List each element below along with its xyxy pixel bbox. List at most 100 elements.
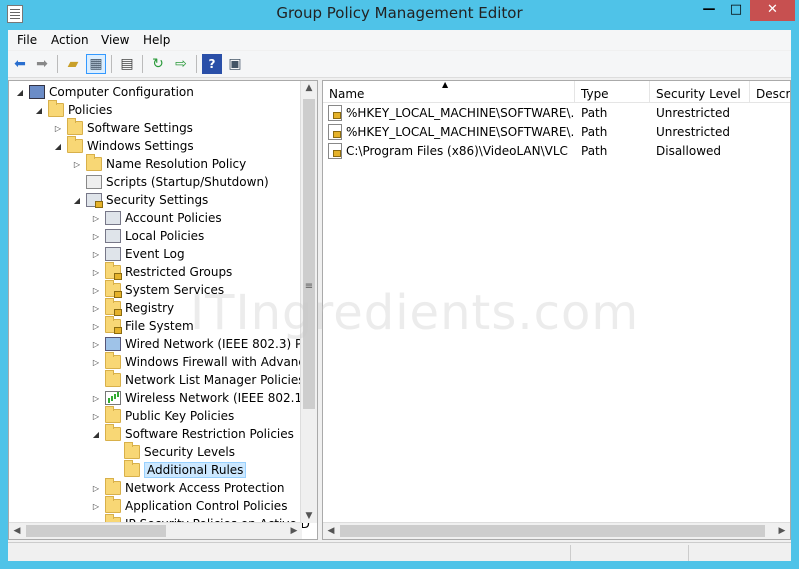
collapse-arrow-icon[interactable]: ◢ — [53, 142, 63, 151]
security-settings-icon — [86, 193, 103, 208]
tree-node[interactable]: ▷ Public Key Policies — [91, 406, 234, 425]
rule-type: Path — [581, 106, 608, 120]
folder-icon — [124, 460, 140, 477]
expand-arrow-icon[interactable]: ▷ — [72, 160, 82, 169]
expand-arrow-icon[interactable]: ▷ — [91, 286, 101, 295]
expand-arrow-icon[interactable]: ▷ — [91, 340, 101, 349]
tree-node[interactable]: Network List Manager Policies — [91, 370, 305, 389]
rule-type: Path — [581, 144, 608, 158]
tree-node[interactable]: ▷ Network Access Protection — [91, 478, 285, 497]
help-icon[interactable]: ? — [202, 54, 222, 74]
expand-arrow-icon[interactable]: ▷ — [53, 124, 63, 133]
expand-arrow-icon[interactable]: ▷ — [91, 268, 101, 277]
expand-arrow-icon[interactable]: ▷ — [91, 214, 101, 223]
export-list-icon[interactable]: ⇨ — [171, 54, 191, 74]
menu-action[interactable]: Action — [51, 33, 89, 47]
tree-node[interactable]: ▷ Wired Network (IEEE 802.3) Polic — [91, 335, 317, 353]
tree-node[interactable]: ◢ Computer Configuration — [15, 83, 194, 101]
tree-node[interactable]: ◢ Software Restriction Policies — [91, 424, 294, 443]
folder-icon — [105, 352, 121, 369]
scroll-up-arrow-icon[interactable]: ▲ — [301, 83, 317, 93]
collapse-arrow-icon[interactable]: ◢ — [91, 430, 101, 439]
list-item[interactable]: %HKEY_LOCAL_MACHINE\SOFTWARE\... Path Un… — [323, 123, 790, 142]
tree-node-label: Account Policies — [125, 211, 222, 225]
menu-view[interactable]: View — [101, 33, 129, 47]
scroll-thumb[interactable] — [303, 99, 315, 409]
toolbar-separator — [111, 55, 112, 73]
expand-arrow-icon[interactable]: ▷ — [91, 358, 101, 367]
scroll-thumb[interactable] — [340, 525, 765, 537]
tree-node[interactable]: ▷ Wireless Network (IEEE 802.11) Po — [91, 389, 317, 407]
app-window: Group Policy Management Editor — □ ✕ Fil… — [0, 0, 799, 569]
scroll-right-arrow-icon[interactable]: ▶ — [774, 526, 790, 536]
console-icon[interactable]: ▣ — [225, 54, 245, 74]
scroll-left-arrow-icon[interactable]: ◀ — [323, 526, 339, 536]
list-item[interactable]: C:\Program Files (x86)\VideoLAN\VLC Path… — [323, 142, 790, 161]
tree-node[interactable]: ▷ Application Control Policies — [91, 496, 288, 515]
menu-file[interactable]: File — [17, 33, 37, 47]
tree-node[interactable]: ▷ Name Resolution Policy — [72, 154, 247, 173]
expand-arrow-icon[interactable]: ▷ — [91, 502, 101, 511]
list-item[interactable]: %HKEY_LOCAL_MACHINE\SOFTWARE\... Path Un… — [323, 104, 790, 123]
column-header-type[interactable]: Type — [575, 81, 650, 103]
tree-node[interactable]: ◢ Windows Settings — [53, 136, 194, 155]
expand-arrow-icon[interactable]: ▷ — [91, 394, 101, 403]
tree-node[interactable]: Scripts (Startup/Shutdown) — [72, 173, 269, 191]
collapse-arrow-icon[interactable]: ◢ — [34, 106, 44, 115]
tree-node-label: Computer Configuration — [49, 85, 194, 99]
up-folder-icon[interactable]: ▰ — [63, 54, 83, 74]
back-arrow-icon[interactable]: ⬅ — [10, 54, 30, 74]
tree-node[interactable]: ▷ File System — [91, 316, 194, 335]
scroll-left-arrow-icon[interactable]: ◀ — [9, 526, 25, 536]
tree-node-label: Policies — [68, 103, 113, 117]
rule-security-level: Unrestricted — [656, 106, 730, 120]
tree-node-label: Security Levels — [144, 445, 236, 459]
collapse-arrow-icon[interactable]: ◢ — [15, 88, 25, 97]
tree-node[interactable]: ▷ Account Policies — [91, 209, 222, 227]
expand-arrow-icon[interactable]: ▷ — [91, 484, 101, 493]
column-header-name[interactable]: Name ▲ — [323, 81, 575, 103]
column-header-description[interactable]: Descrip — [750, 81, 790, 103]
tree-node[interactable]: Additional Rules — [110, 460, 247, 479]
properties-icon[interactable]: ▤ — [117, 54, 137, 74]
tree-node[interactable]: ▷ Local Policies — [91, 227, 204, 245]
tree-node[interactable]: ◢ Security Settings — [72, 191, 208, 209]
console-tree[interactable]: ◢ Computer Configuration ◢ Policies ▷ Softwar… — [8, 80, 318, 540]
client-area: File Action View Help ⬅ ➡ ▰ ▦ ▤ ↻ ⇨ ? ▣ … — [8, 30, 791, 561]
scroll-thumb[interactable] — [26, 525, 166, 537]
title-bar[interactable]: Group Policy Management Editor — □ ✕ — [0, 0, 799, 30]
forward-arrow-icon[interactable]: ➡ — [32, 54, 52, 74]
tree-node-label: Application Control Policies — [125, 499, 288, 513]
menu-help[interactable]: Help — [143, 33, 170, 47]
tree-node[interactable]: ▷ Restricted Groups — [91, 262, 232, 281]
column-header-security-level[interactable]: Security Level — [650, 81, 750, 103]
maximize-button[interactable]: □ — [723, 0, 749, 21]
tree-node[interactable]: ◢ Policies — [34, 100, 113, 119]
expand-arrow-icon[interactable]: ▷ — [91, 250, 101, 259]
scroll-down-arrow-icon[interactable]: ▼ — [301, 511, 317, 521]
tree-node-label: Name Resolution Policy — [106, 157, 247, 171]
expand-arrow-icon[interactable]: ▷ — [91, 412, 101, 421]
tree-vertical-scrollbar[interactable]: ▲ ≡ ▼ — [300, 81, 317, 523]
expand-arrow-icon[interactable]: ▷ — [91, 304, 101, 313]
minimize-button[interactable]: — — [696, 0, 722, 21]
list-horizontal-scrollbar[interactable]: ◀ ▶ — [323, 522, 790, 539]
results-pane[interactable]: Name ▲ Type Security Level Descrip %HKEY… — [322, 80, 791, 540]
refresh-icon[interactable]: ↻ — [148, 54, 168, 74]
close-button[interactable]: ✕ — [750, 0, 795, 21]
tree-node[interactable]: ▷ Software Settings — [53, 118, 193, 137]
tree-node[interactable]: ▷ Registry — [91, 298, 174, 317]
expand-arrow-icon[interactable]: ▷ — [91, 322, 101, 331]
collapse-arrow-icon[interactable]: ◢ — [72, 196, 82, 205]
tree-node[interactable]: Security Levels — [110, 442, 236, 461]
expand-arrow-icon[interactable]: ▷ — [91, 232, 101, 241]
tree-node[interactable]: ▷ Windows Firewall with Advanced — [91, 352, 317, 371]
tree-node-label: Event Log — [125, 247, 185, 261]
scripts-icon — [86, 175, 102, 189]
tree-node[interactable]: ▷ Event Log — [91, 245, 185, 263]
tree-node[interactable]: ▷ System Services — [91, 280, 224, 299]
scroll-right-arrow-icon[interactable]: ▶ — [286, 526, 302, 536]
tree-horizontal-scrollbar[interactable]: ◀ ▶ — [9, 522, 302, 539]
show-hide-tree-icon[interactable]: ▦ — [86, 54, 106, 74]
tree-node-label: Network Access Protection — [125, 481, 285, 495]
